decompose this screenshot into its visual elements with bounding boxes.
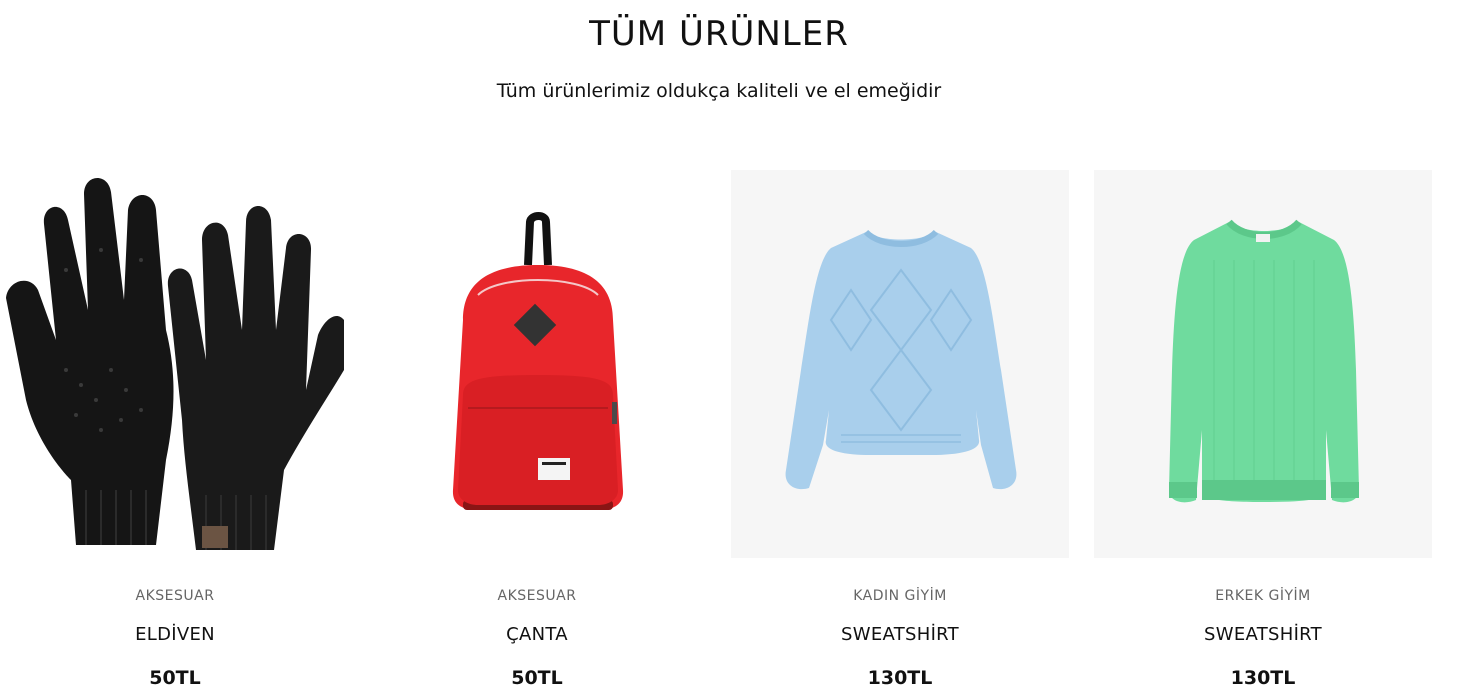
product-price: 130TL [1230,667,1296,689]
product-card-women-sweatshirt[interactable]: KADIN GİYİM SWEATSHİRT 130TL [731,170,1069,689]
product-image-backpack[interactable] [368,170,706,558]
product-card-men-sweatshirt[interactable]: ERKEK GİYİM SWEATSHİRT 130TL [1094,170,1432,689]
product-name[interactable]: SWEATSHİRT [731,624,1069,645]
product-category: KADIN GİYİM [853,588,947,604]
gloves-image [6,177,344,550]
product-price: 130TL [867,667,933,689]
page-subtitle: Tüm ürünlerimiz oldukça kaliteli ve el e… [496,80,942,102]
product-name[interactable]: SWEATSHİRT [1094,624,1432,645]
backpack-image [452,212,624,510]
product-category: ERKEK GİYİM [1215,588,1311,604]
product-name[interactable]: ELDİVEN [6,624,344,645]
product-image-men-sweatshirt[interactable] [1094,170,1432,558]
product-price: 50TL [511,667,563,689]
product-category: AKSESUAR [135,588,215,604]
product-category: AKSESUAR [497,588,577,604]
product-card-backpack[interactable]: AKSESUAR ÇANTA 50TL [368,170,706,689]
product-card-gloves[interactable]: AKSESUAR ELDİVEN 50TL [6,170,344,689]
product-price: 50TL [149,667,201,689]
page-title: TÜM ÜRÜNLER [589,14,849,54]
blue-sweater-image [785,229,1017,490]
product-image-gloves[interactable] [6,170,344,558]
green-sweater-image [1169,219,1359,503]
product-image-women-sweatshirt[interactable] [731,170,1069,558]
product-name[interactable]: ÇANTA [368,624,706,645]
